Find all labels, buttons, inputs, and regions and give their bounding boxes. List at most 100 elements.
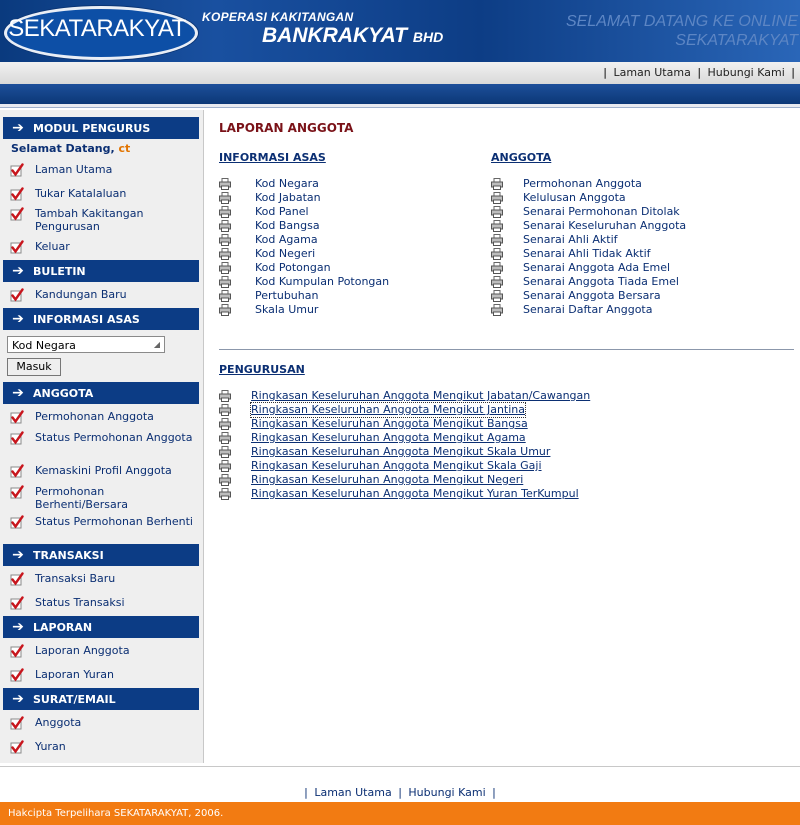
sidebar-menu-link[interactable]: Status Permohonan Anggota bbox=[35, 431, 195, 444]
report-link[interactable]: Senarai Anggota Tiada Emel bbox=[523, 275, 679, 289]
report-link[interactable]: Skala Umur bbox=[255, 303, 318, 317]
header-welcome-line1: SELAMAT DATANG KE ONLINE bbox=[565, 13, 798, 30]
sidebar-section-laporan: ➔ LAPORAN bbox=[3, 616, 199, 638]
sidebar-menu-link[interactable]: Yuran bbox=[35, 740, 195, 753]
footer-hubungi-kami[interactable]: Hubungi Kami bbox=[408, 786, 485, 799]
sidebar-menu-link[interactable]: Permohonan Anggota bbox=[35, 410, 195, 423]
red-checkmark-icon bbox=[10, 240, 24, 254]
printer-icon[interactable] bbox=[491, 234, 503, 246]
sidebar-menu-link[interactable]: Tambah Kakitangan Pengurusan bbox=[35, 207, 195, 233]
section-title-pengurusan[interactable]: PENGURUSAN bbox=[219, 363, 305, 376]
footer-laman-utama[interactable]: Laman Utama bbox=[314, 786, 391, 799]
copyright-text: Hakcipta Terpelihara SEKATARAKYAT, 2006. bbox=[8, 808, 224, 819]
dropdown-arrow-icon[interactable]: ◢ bbox=[151, 338, 163, 351]
red-checkmark-icon bbox=[10, 572, 24, 586]
informasi-asas-select[interactable]: Kod Negara ◢ bbox=[7, 336, 165, 353]
printer-icon[interactable] bbox=[491, 290, 503, 302]
sidebar-menu-link[interactable]: Laman Utama bbox=[35, 163, 195, 176]
report-link[interactable]: Senarai Ahli Tidak Aktif bbox=[523, 247, 651, 261]
printer-icon[interactable] bbox=[219, 446, 231, 458]
sidebar-menu-link[interactable]: Status Permohonan Berhenti bbox=[35, 515, 195, 528]
printer-icon[interactable] bbox=[219, 460, 231, 472]
report-link[interactable]: Ringkasan Keseluruhan Anggota Mengikut Y… bbox=[251, 487, 579, 501]
report-link[interactable]: Kod Negara bbox=[255, 177, 319, 191]
header-welcome-line2: SEKATARAKYAT bbox=[675, 32, 798, 49]
report-link[interactable]: Senarai Permohonan Ditolak bbox=[523, 205, 680, 219]
printer-icon[interactable] bbox=[219, 192, 231, 204]
report-link[interactable]: Ringkasan Keseluruhan Anggota Mengikut N… bbox=[251, 473, 523, 487]
printer-icon[interactable] bbox=[219, 276, 231, 288]
red-checkmark-icon bbox=[10, 740, 24, 754]
report-link[interactable]: Kelulusan Anggota bbox=[523, 191, 626, 205]
masuk-button[interactable]: Masuk bbox=[7, 358, 61, 376]
printer-icon[interactable] bbox=[219, 432, 231, 444]
printer-icon[interactable] bbox=[219, 474, 231, 486]
printer-icon[interactable] bbox=[219, 220, 231, 232]
printer-icon[interactable] bbox=[219, 206, 231, 218]
printer-icon[interactable] bbox=[219, 262, 231, 274]
sidebar-menu-link[interactable]: Permohonan Berhenti/Bersara bbox=[35, 485, 195, 511]
printer-icon[interactable] bbox=[219, 304, 231, 316]
sidebar-menu-link[interactable]: Status Transaksi bbox=[35, 596, 195, 609]
report-link[interactable]: Ringkasan Keseluruhan Anggota Mengikut B… bbox=[251, 417, 528, 431]
section-title-informasi-asas[interactable]: INFORMASI ASAS bbox=[219, 151, 326, 164]
report-link[interactable]: Senarai Keseluruhan Anggota bbox=[523, 219, 686, 233]
report-link[interactable]: Kod Jabatan bbox=[255, 191, 321, 205]
sidebar-menu-link[interactable]: Kandungan Baru bbox=[35, 288, 195, 301]
printer-icon[interactable] bbox=[491, 192, 503, 204]
report-link[interactable]: Kod Bangsa bbox=[255, 219, 320, 233]
report-link[interactable]: Kod Kumpulan Potongan bbox=[255, 275, 389, 289]
printer-icon[interactable] bbox=[491, 206, 503, 218]
sidebar-menu-link[interactable]: Tukar Katalaluan bbox=[35, 187, 195, 200]
report-link[interactable]: Senarai Daftar Anggota bbox=[523, 303, 653, 317]
top-nav-hubungi-kami[interactable]: Hubungi Kami bbox=[708, 66, 785, 79]
sidebar-section-title: BULETIN bbox=[33, 265, 86, 278]
sidebar-menu-link[interactable]: Kemaskini Profil Anggota bbox=[35, 464, 195, 477]
printer-icon[interactable] bbox=[491, 304, 503, 316]
header-koperasi-text: KOPERASI KAKITANGAN bbox=[202, 10, 354, 24]
red-checkmark-icon bbox=[10, 515, 24, 529]
printer-icon[interactable] bbox=[491, 220, 503, 232]
top-nav-laman-utama[interactable]: Laman Utama bbox=[613, 66, 690, 79]
sidebar-menu-link[interactable]: Laporan Yuran bbox=[35, 668, 195, 681]
sidebar-menu-link[interactable]: Keluar bbox=[35, 240, 195, 253]
sidebar-menu-link[interactable]: Laporan Anggota bbox=[35, 644, 195, 657]
report-link[interactable]: Kod Agama bbox=[255, 233, 318, 247]
report-link[interactable]: Ringkasan Keseluruhan Anggota Mengikut J… bbox=[251, 389, 590, 403]
printer-icon[interactable] bbox=[219, 248, 231, 260]
printer-icon[interactable] bbox=[219, 234, 231, 246]
printer-icon[interactable] bbox=[219, 488, 231, 500]
report-link[interactable]: Senarai Anggota Ada Emel bbox=[523, 261, 670, 275]
printer-icon[interactable] bbox=[491, 178, 503, 190]
sidebar-menu-link[interactable]: Anggota bbox=[35, 716, 195, 729]
printer-icon[interactable] bbox=[491, 248, 503, 260]
printer-icon[interactable] bbox=[491, 262, 503, 274]
report-link[interactable]: Permohonan Anggota bbox=[523, 177, 642, 191]
red-checkmark-icon bbox=[10, 288, 24, 302]
report-link[interactable]: Kod Panel bbox=[255, 205, 309, 219]
report-link[interactable]: Kod Negeri bbox=[255, 247, 315, 261]
sidebar-menu-link[interactable]: Transaksi Baru bbox=[35, 572, 195, 585]
report-link[interactable]: Pertubuhan bbox=[255, 289, 318, 303]
printer-icon[interactable] bbox=[219, 290, 231, 302]
report-link[interactable]: Ringkasan Keseluruhan Anggota Mengikut A… bbox=[251, 431, 526, 445]
report-link[interactable]: Kod Potongan bbox=[255, 261, 331, 275]
red-checkmark-icon bbox=[10, 207, 24, 221]
sidebar-section-title: LAPORAN bbox=[33, 621, 93, 634]
printer-icon[interactable] bbox=[219, 418, 231, 430]
sidebar-section-title: SURAT/EMAIL bbox=[33, 693, 116, 706]
site-header: SEKATARAKYAT KOPERASI KAKITANGAN BANKRAK… bbox=[0, 0, 800, 62]
arrow-right-icon: ➔ bbox=[12, 691, 24, 707]
report-link[interactable]: Ringkasan Keseluruhan Anggota Mengikut S… bbox=[251, 445, 550, 459]
report-link[interactable]: Ringkasan Keseluruhan Anggota Mengikut J… bbox=[249, 402, 527, 418]
printer-icon[interactable] bbox=[219, 404, 231, 416]
printer-icon[interactable] bbox=[219, 390, 231, 402]
main-content: LAPORAN ANGGOTA INFORMASI ASAS ANGGOTA K… bbox=[219, 110, 800, 763]
report-link[interactable]: Ringkasan Keseluruhan Anggota Mengikut S… bbox=[251, 459, 542, 473]
site-logo[interactable]: SEKATARAKYAT bbox=[0, 0, 194, 60]
printer-icon[interactable] bbox=[219, 178, 231, 190]
printer-icon[interactable] bbox=[491, 276, 503, 288]
section-title-anggota[interactable]: ANGGOTA bbox=[491, 151, 551, 164]
report-link[interactable]: Senarai Anggota Bersara bbox=[523, 289, 661, 303]
report-link[interactable]: Senarai Ahli Aktif bbox=[523, 233, 618, 247]
